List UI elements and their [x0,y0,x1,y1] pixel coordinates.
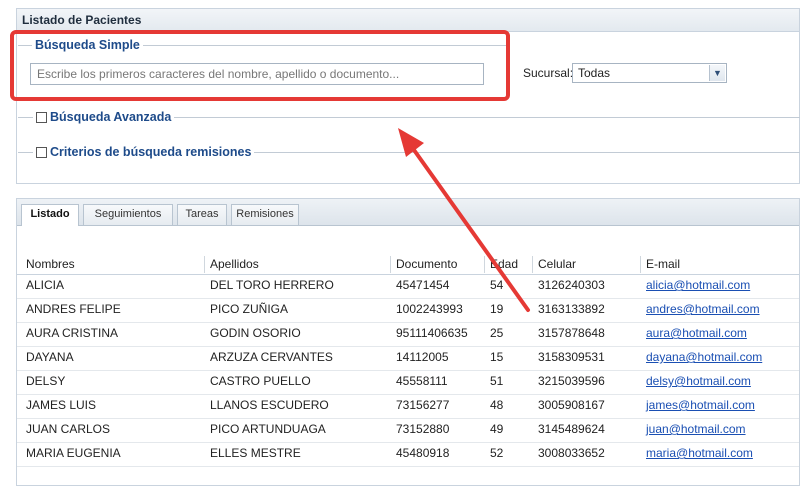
table-row[interactable]: JUAN CARLOS PICO ARTUNDUAGA 73152880 49 3145… [17,418,799,443]
col-header-celular[interactable]: Celular [533,256,641,273]
cell-celular: 3215039596 [538,374,605,388]
cell-apellidos: ELLES MESTRE [210,446,301,460]
cell-documento: 45480918 [396,446,450,460]
cell-edad: 48 [490,398,504,412]
advanced-search-legend: Búsqueda Avanzada [33,109,175,125]
table-row[interactable]: ANDRES FELIPE PICO ZUÑIGA 1002243993 19 3163… [17,298,799,323]
col-header-nombres[interactable]: Nombres [21,256,205,273]
col-header-email[interactable]: E-mail [641,256,797,273]
cell-documento: 45471454 [396,278,450,292]
cell-celular: 3163133892 [538,302,605,316]
cell-celular: 3008033652 [538,446,605,460]
table-row[interactable]: DAYANA ARZUZA CERVANTES 14112005 15 31583095… [17,346,799,371]
col-header-apellidos[interactable]: Apellidos [205,256,391,273]
table-row[interactable]: MARIA EUGENIA ELLES MESTRE 45480918 52 30080… [17,442,799,467]
col-header-edad[interactable]: Edad [485,256,533,273]
criteria-checkbox[interactable] [36,146,47,158]
tab-seguimientos[interactable]: Seguimientos [83,204,173,225]
cell-apellidos: ARZUZA CERVANTES [210,350,333,364]
tab-bar: Listado Seguimientos Tareas Remisiones [17,199,799,226]
cell-nombres: ALICIA [26,278,65,292]
cell-celular: 3145489624 [538,422,605,436]
cell-nombres: ANDRES FELIPE [26,302,121,316]
email-link[interactable]: delsy@hotmail.com [641,370,797,394]
cell-edad: 54 [490,278,504,292]
cell-edad: 52 [490,446,504,460]
email-link[interactable]: dayana@hotmail.com [641,346,797,370]
criteria-legend: Criterios de búsqueda remisiones [33,144,255,160]
sucursal-selected-value: Todas [578,66,611,80]
cell-edad: 51 [490,374,504,388]
cell-celular: 3126240303 [538,278,605,292]
cell-celular: 3157878648 [538,326,605,340]
email-link[interactable]: alicia@hotmail.com [641,274,797,298]
cell-documento: 95111406635 [396,326,468,340]
cell-celular: 3158309531 [538,350,605,364]
cell-edad: 19 [490,302,504,316]
cell-apellidos: DEL TORO HERRERO [210,278,334,292]
table-row[interactable]: JAMES LUIS LLANOS ESCUDERO 73156277 48 30059… [17,394,799,419]
cell-edad: 49 [490,422,504,436]
advanced-search-label[interactable]: Búsqueda Avanzada [50,109,171,125]
tab-tareas[interactable]: Tareas [177,204,227,225]
results-panel: Listado Seguimientos Tareas Remisiones N… [16,198,800,486]
cell-nombres: AURA CRISTINA [26,326,119,340]
cell-nombres: JAMES LUIS [26,398,97,412]
cell-apellidos: GODIN OSORIO [210,326,301,340]
table-row[interactable]: ALICIA DEL TORO HERRERO 45471454 54 31262403… [17,274,799,299]
sucursal-label: Sucursal: [523,66,574,80]
advanced-search-checkbox[interactable] [36,111,47,123]
criteria-label[interactable]: Criterios de búsqueda remisiones [50,144,251,160]
cell-nombres: DELSY [26,374,66,388]
cell-nombres: JUAN CARLOS [26,422,111,436]
cell-apellidos: CASTRO PUELLO [210,374,311,388]
cell-celular: 3005908167 [538,398,605,412]
cell-apellidos: PICO ARTUNDUAGA [210,422,326,436]
cell-nombres: DAYANA [26,350,74,364]
cell-nombres: MARIA EUGENIA [26,446,121,460]
cell-edad: 25 [490,326,504,340]
cell-documento: 73156277 [396,398,450,412]
email-link[interactable]: aura@hotmail.com [641,322,797,346]
chevron-down-icon[interactable]: ▼ [709,65,725,81]
table-row[interactable]: DELSY CASTRO PUELLO 45558111 51 3215039596 de… [17,370,799,395]
cell-edad: 15 [490,350,504,364]
cell-apellidos: LLANOS ESCUDERO [210,398,329,412]
cell-documento: 45558111 [396,374,448,388]
table-row[interactable]: AURA CRISTINA GODIN OSORIO 95111406635 25 31… [17,322,799,347]
tab-listado[interactable]: Listado [21,204,79,226]
cell-apellidos: PICO ZUÑIGA [210,302,289,316]
col-header-documento[interactable]: Documento [391,256,485,273]
cell-documento: 14112005 [396,350,449,364]
cell-documento: 1002243993 [396,302,463,316]
panel-title: Listado de Pacientes [17,9,799,32]
sucursal-select[interactable]: Todas ▼ [572,63,727,83]
email-link[interactable]: maria@hotmail.com [641,442,797,466]
tab-remisiones[interactable]: Remisiones [231,204,299,225]
highlight-box [10,30,510,101]
email-link[interactable]: james@hotmail.com [641,394,797,418]
email-link[interactable]: juan@hotmail.com [641,418,797,442]
cell-documento: 73152880 [396,422,450,436]
email-link[interactable]: andres@hotmail.com [641,298,797,322]
